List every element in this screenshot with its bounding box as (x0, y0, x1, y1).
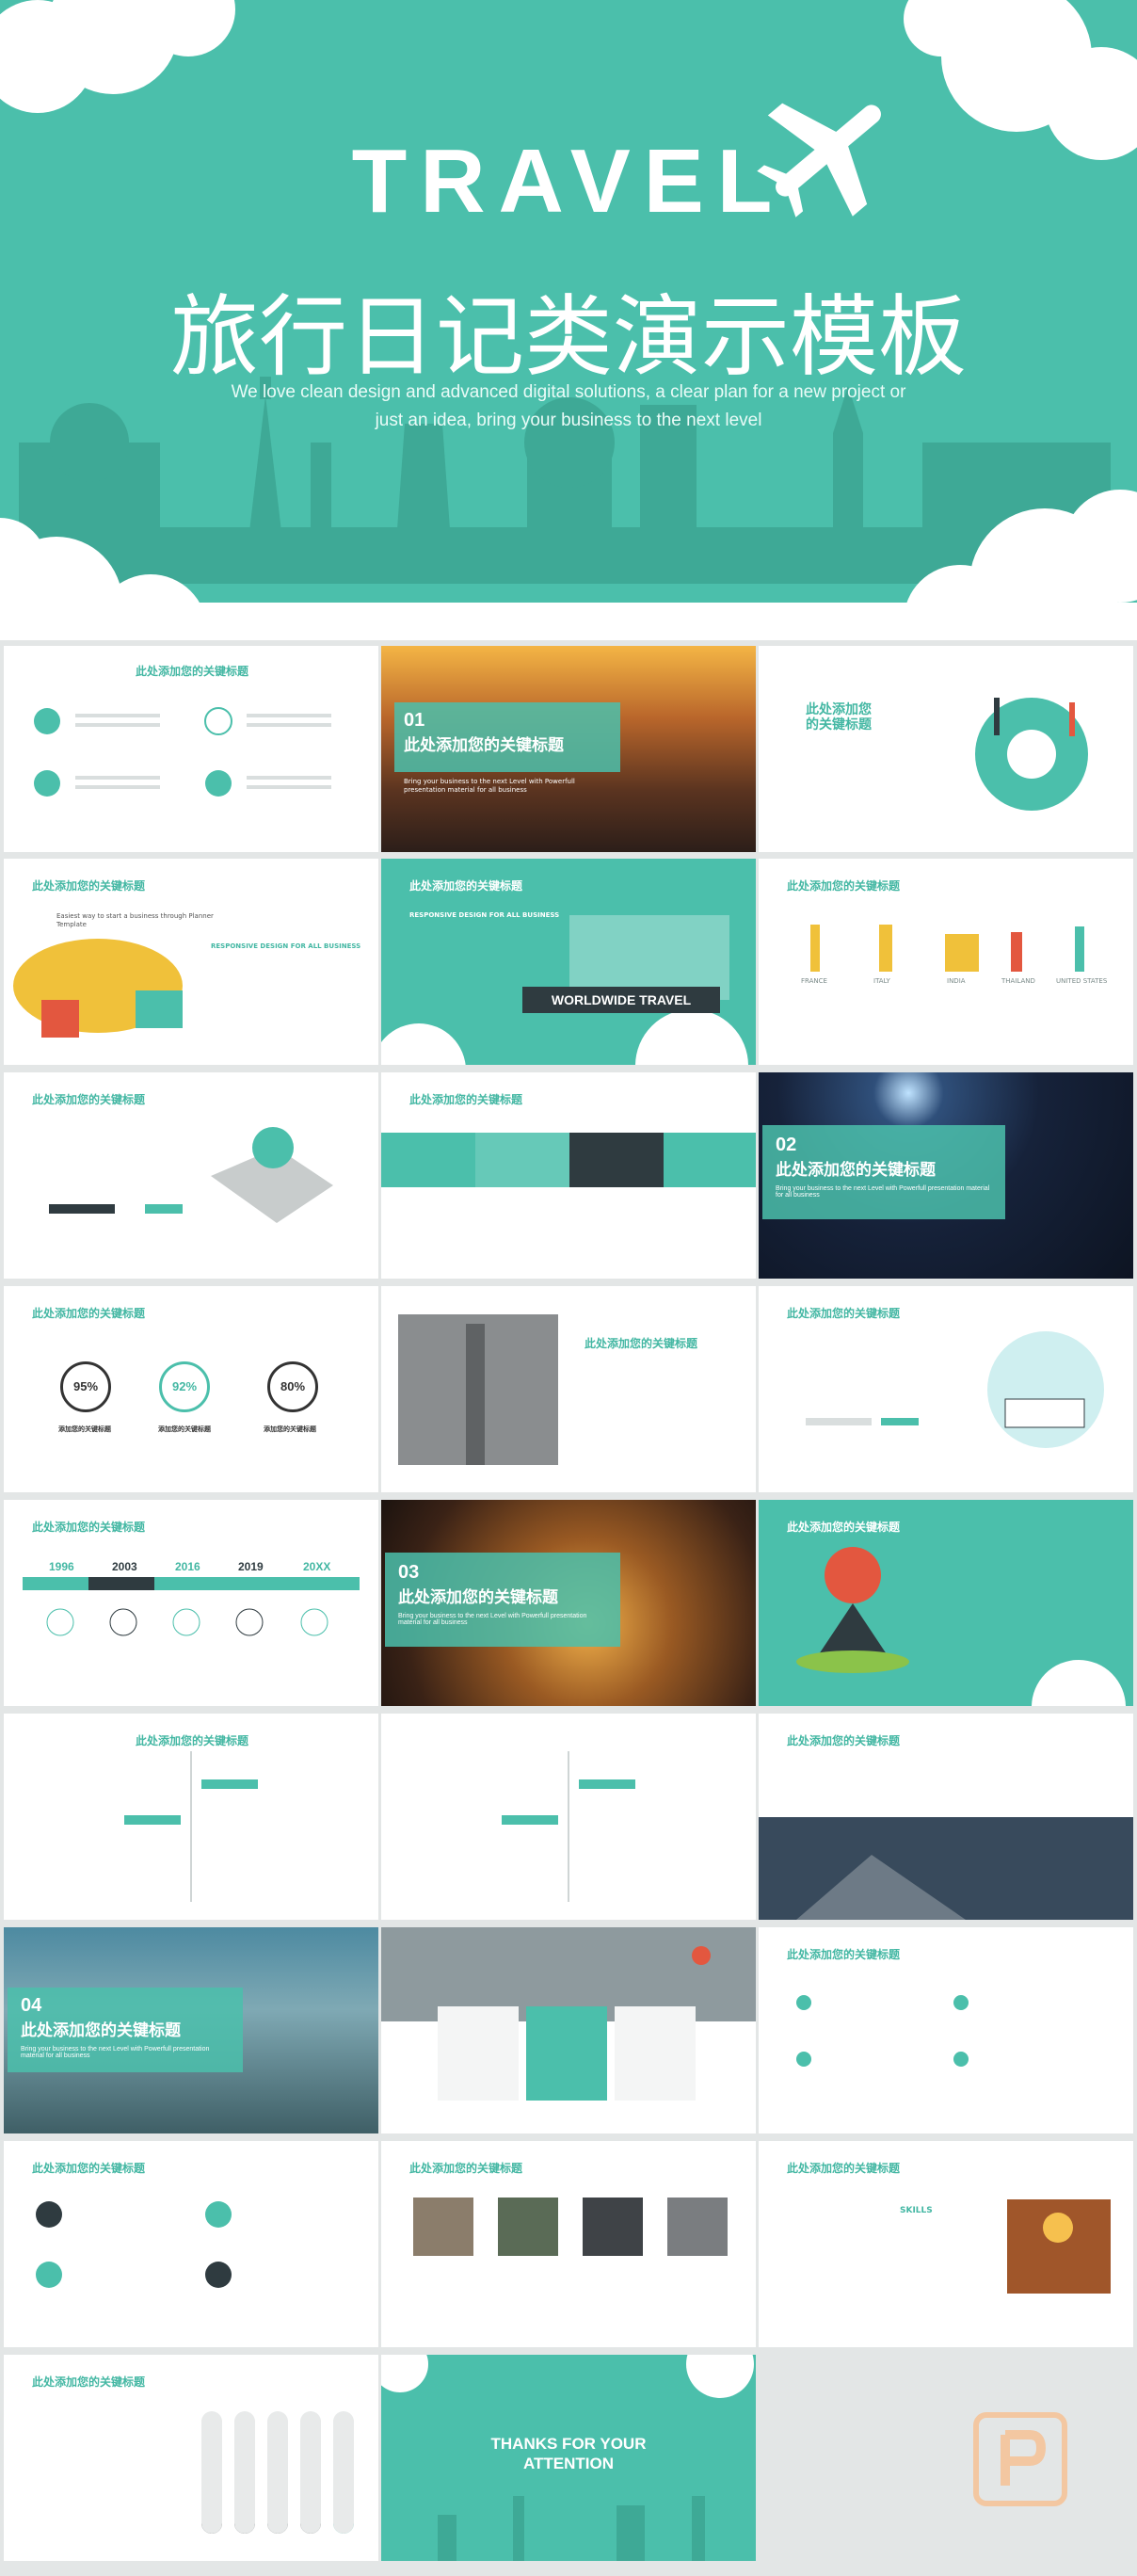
section-badge: 01 此处添加您的关键标题 (394, 702, 620, 772)
bar-track (300, 2411, 321, 2534)
slide-thumbnail-22[interactable]: 此处添加您的关键标题 (759, 1927, 1133, 2133)
cover-title: TRAVEL (351, 131, 786, 232)
slide-thumbnail-23[interactable]: 此处添加您的关键标题 (4, 2141, 378, 2347)
globe-landmarks-illustration (975, 698, 1088, 811)
section-badge: 02 此处添加您的关键标题 Bring your business to the… (762, 1125, 1005, 1219)
slide-thumbnail-18[interactable] (381, 1714, 756, 1920)
slide-thumbnail-19[interactable]: 此处添加您的关键标题 (759, 1714, 1133, 1920)
slide-thumbnail-17[interactable]: 此处添加您的关键标题 (4, 1714, 378, 1920)
section-badge: 04 此处添加您的关键标题 Bring your business to the… (8, 1988, 243, 2072)
slide-thumbnail-3[interactable]: 01 此处添加您的关键标题 Bring your business to the… (381, 646, 756, 852)
slide-thumbnail-20[interactable]: 04 此处添加您的关键标题 Bring your business to the… (4, 1927, 378, 2133)
closing-message: THANKS FOR YOUR ATTENTION (490, 2435, 647, 2472)
cover-slide: TRAVEL 旅行日记类演示模板 We love clean design an… (0, 0, 1137, 640)
section-badge: 03 此处添加您的关键标题 Bring your business to the… (385, 1553, 620, 1647)
bar-track (333, 2411, 354, 2534)
city-photo (398, 1314, 558, 1465)
watermark-logo (973, 2412, 1067, 2506)
slide-thumbnail-2[interactable]: 此处添加您的关键标题 (4, 646, 378, 852)
slide-thumbnail-15[interactable]: 03 此处添加您的关键标题 Bring your business to the… (381, 1500, 756, 1706)
cover-subtitle: We love clean design and advanced digita… (231, 382, 906, 430)
slide-thumbnail-25[interactable]: 此处添加您的关键标题 SKILLS (759, 2141, 1133, 2347)
cover-chinese-title: 旅行日记类演示模板 (169, 286, 967, 389)
slide-thumbnail-6[interactable]: 此处添加您的关键标题 RESPONSIVE DESIGN FOR ALL BUS… (381, 859, 756, 1065)
worldwide-travel-banner: WORLDWIDE TRAVEL (522, 987, 720, 1013)
vertical-timeline (502, 1751, 635, 1902)
bar-track (234, 2411, 255, 2534)
slide-thumbnail-9[interactable]: 此处添加您的关键标题 (381, 1072, 756, 1279)
bar-track (267, 2411, 288, 2534)
slide-thumbnail-27[interactable]: THANKS FOR YOUR ATTENTION (381, 2355, 756, 2561)
slide-thumbnail-16[interactable]: 此处添加您的关键标题 (759, 1500, 1133, 1706)
slide-thumbnail-26[interactable]: 此处添加您的关键标题 (4, 2355, 378, 2561)
slide-thumbnail-13[interactable]: 此处添加您的关键标题 (759, 1286, 1133, 1492)
slide-thumbnail-10[interactable]: 02 此处添加您的关键标题 Bring your business to the… (759, 1072, 1133, 1279)
bar-track (201, 2411, 222, 2534)
slide-thumbnail-5[interactable]: 此处添加您的关键标题 Easiest way to start a busine… (4, 859, 378, 1065)
slide-thumbnail-24[interactable]: 此处添加您的关键标题 (381, 2141, 756, 2347)
slide-thumbnail-12[interactable]: 此处添加您的关键标题 (381, 1286, 756, 1492)
slide-thumbnail-14[interactable]: 此处添加您的关键标题 1996 2003 2016 2019 20XX (4, 1500, 378, 1706)
slide-thumbnail-7[interactable]: 此处添加您的关键标题 FRANCE ITALY INDIA THAILAND U… (759, 859, 1133, 1065)
mountain-balloons-photo (381, 1927, 756, 2101)
slide-thumbnail-21[interactable] (381, 1927, 756, 2133)
slide-thumbnail-11[interactable]: 此处添加您的关键标题 95% 92% 80% 添加您的关键标题 添加您的关键标题… (4, 1286, 378, 1492)
slide-thumbnail-8[interactable]: 此处添加您的关键标题 (4, 1072, 378, 1279)
slide-thumbnail-4[interactable]: 此处添加您的关键标题 (759, 646, 1133, 852)
